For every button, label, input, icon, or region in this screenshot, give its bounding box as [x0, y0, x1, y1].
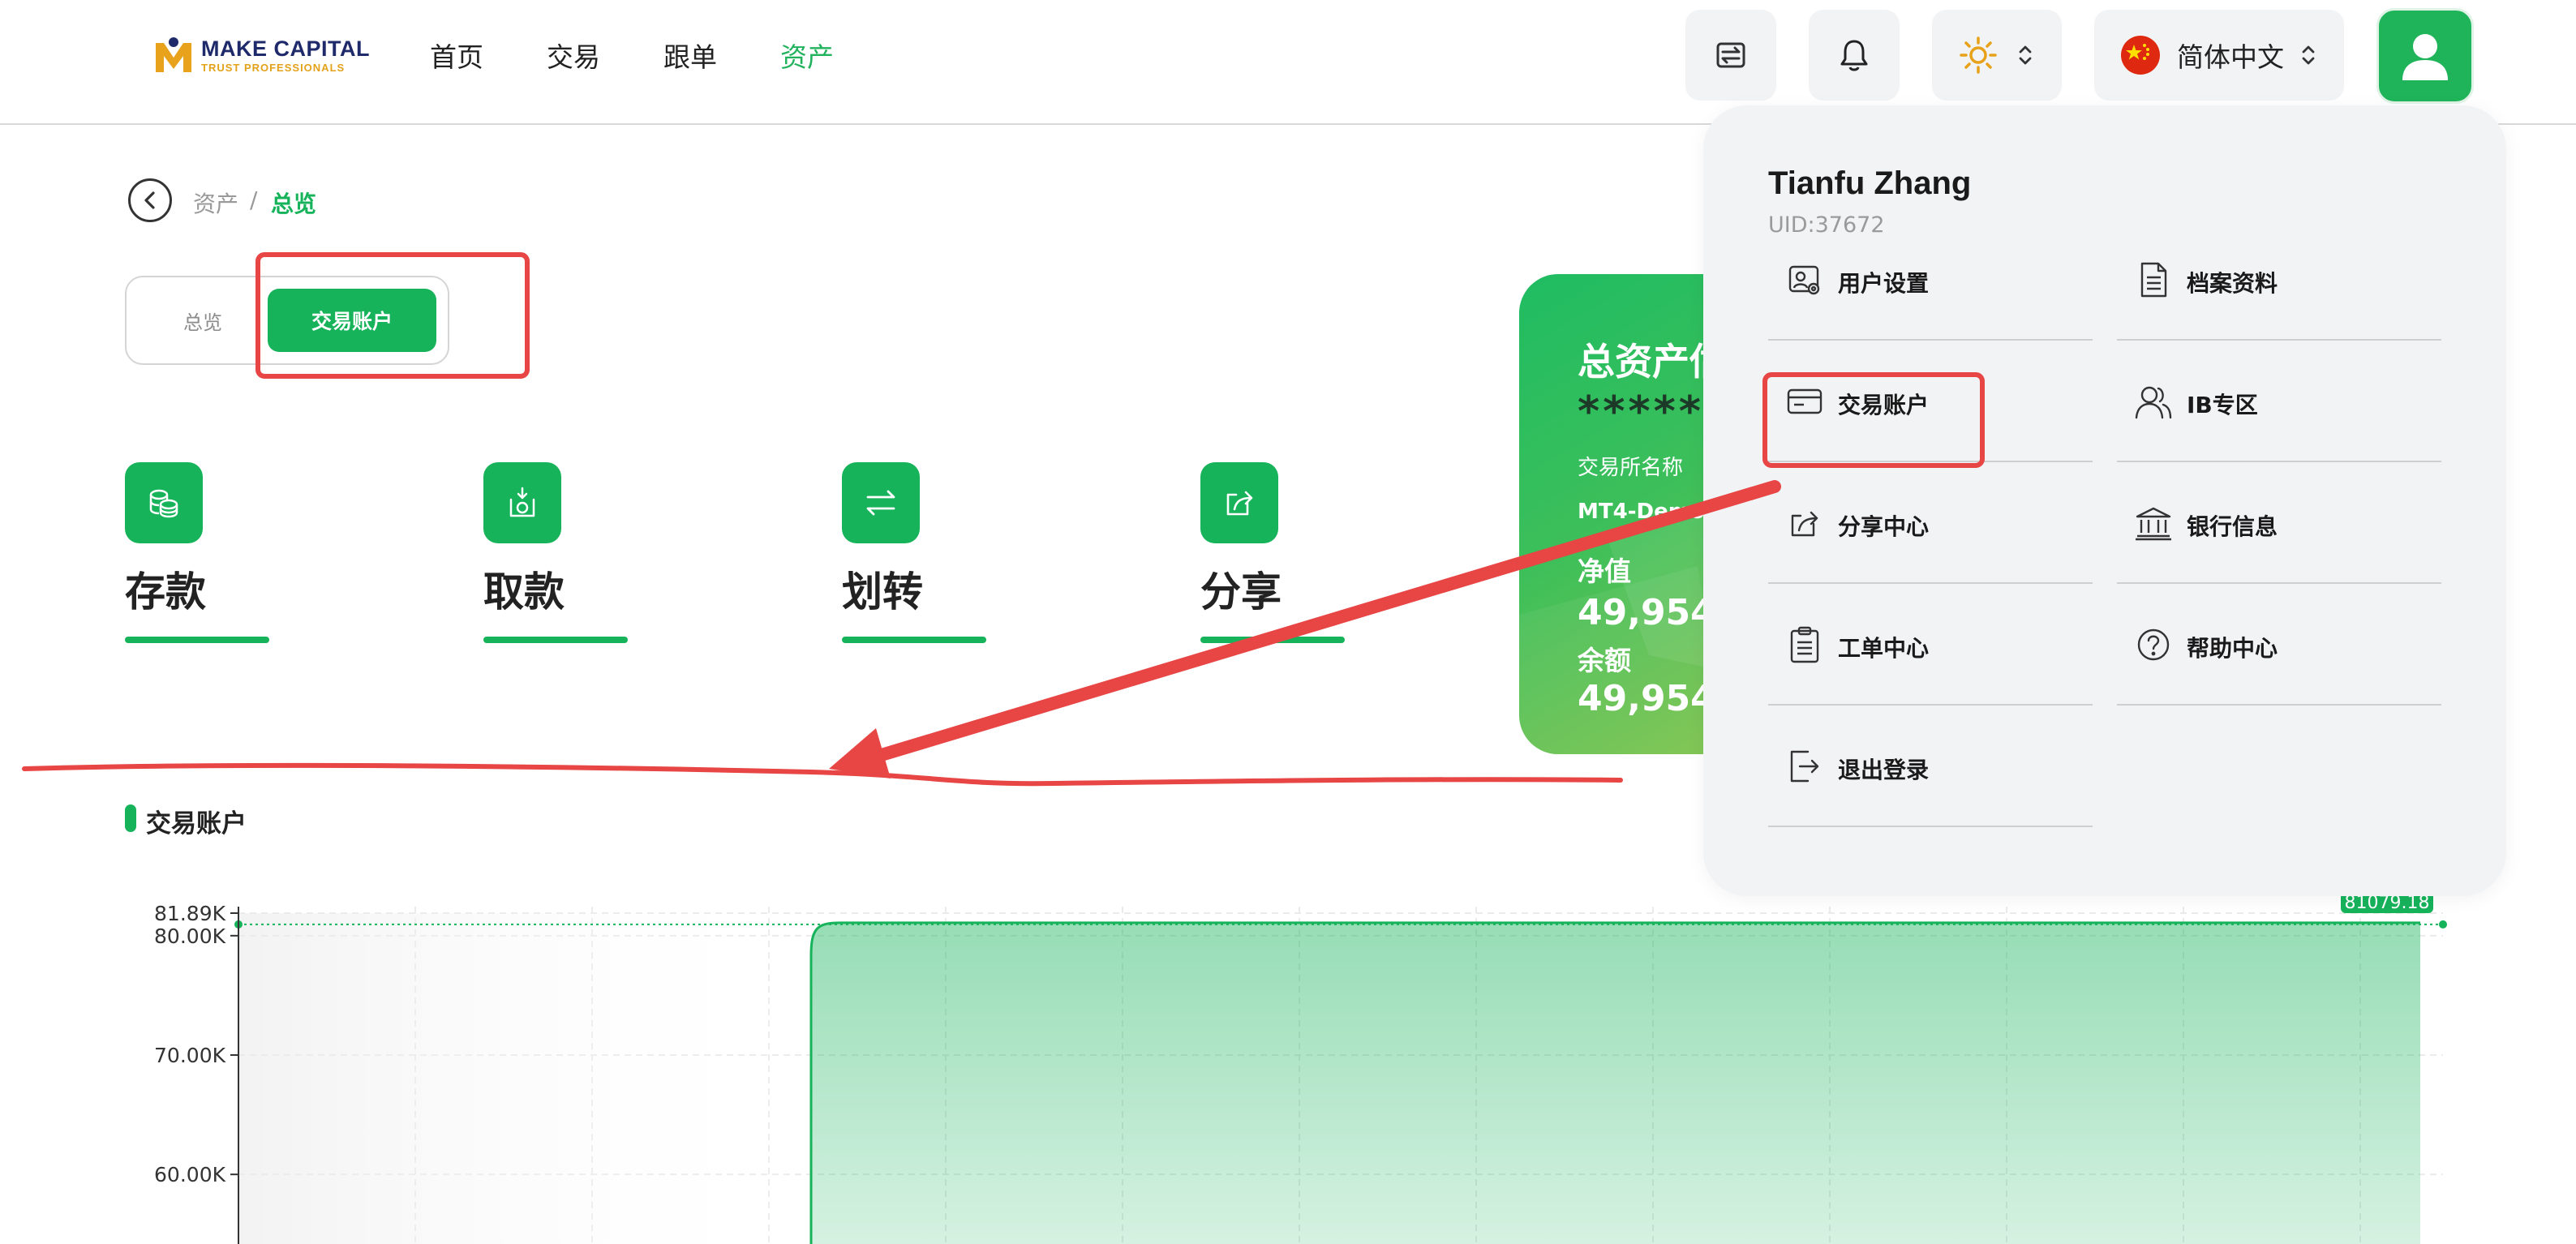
- share-icon: [1784, 503, 1825, 543]
- logo-mark-icon: [156, 37, 191, 72]
- account-equity-chart: 81.89K80.00K70.00K60.00K 81079.18: [154, 889, 2447, 1244]
- menu-label-share-center: 分享中心: [1838, 513, 1930, 540]
- deposit-button[interactable]: [125, 462, 203, 543]
- menu-item-ib-zone[interactable]: IB专区: [2117, 341, 2441, 462]
- chevron-updown-icon: [2019, 45, 2032, 65]
- share-label[interactable]: 分享: [1200, 560, 1282, 618]
- document-icon: [2133, 260, 2174, 300]
- share-icon: [1226, 491, 1253, 516]
- user-settings-icon: [1784, 260, 1825, 300]
- bank-icon: [2133, 503, 2174, 543]
- user-avatar-button[interactable]: [2376, 8, 2474, 104]
- help-icon: [2133, 624, 2174, 665]
- brand-tagline: TRUST PROFESSIONALS: [201, 61, 346, 74]
- theme-select[interactable]: [1932, 10, 2062, 101]
- breadcrumb-separator: /: [250, 187, 258, 213]
- share-button[interactable]: [1200, 462, 1278, 543]
- menu-label-bank-info: 银行信息: [2187, 513, 2278, 540]
- chart-empty-region: [238, 913, 811, 1244]
- server-name: MT4-Demo: [1578, 500, 1705, 524]
- balance-label: 余额: [1578, 645, 1631, 676]
- share-underline: [1200, 637, 1345, 643]
- menu-item-trading-account[interactable]: 交易账户: [1768, 341, 2093, 462]
- menu-label-user-settings: 用户设置: [1838, 270, 1930, 297]
- y-tick-label: 60.00K: [154, 1163, 226, 1186]
- menu-label-ticket-center: 工单中心: [1838, 635, 1930, 662]
- annotation-underline: [22, 762, 1623, 787]
- masked-asset-value: *****: [1578, 388, 1704, 436]
- chevron-updown-icon: [2302, 45, 2315, 65]
- tab-trading-account[interactable]: 交易账户: [268, 289, 436, 352]
- menu-item-ticket-center[interactable]: 工单中心: [1768, 584, 2093, 706]
- equity-label: 净值: [1578, 556, 1631, 587]
- menu-label-trading-account: 交易账户: [1838, 392, 1930, 418]
- logout-icon: [1784, 746, 1825, 787]
- section-title: 交易账户: [146, 809, 247, 839]
- notification-button[interactable]: [1809, 10, 1900, 101]
- tab-overview[interactable]: 总览: [183, 307, 222, 335]
- deposit-label[interactable]: 存款: [125, 560, 206, 618]
- deposit-underline: [125, 637, 269, 643]
- chevron-left-icon: [144, 191, 155, 209]
- swap-icon: [1716, 42, 1745, 68]
- user-icon: [2402, 34, 2448, 80]
- withdraw-button[interactable]: [483, 462, 561, 543]
- card-icon: [1784, 381, 1825, 422]
- user-menu-dropdown: Tianfu Zhang UID:37672 用户设置 档案资料 交易账户 IB…: [1703, 105, 2506, 896]
- breadcrumb-current: 总览: [271, 191, 317, 217]
- menu-item-logout[interactable]: 退出登录: [1768, 706, 2093, 827]
- menu-label-ib-zone: IB专区: [2187, 392, 2258, 418]
- bell-icon: [1840, 40, 1868, 71]
- clipboard-icon: [1784, 624, 1825, 665]
- nav-copy-trading[interactable]: 跟单: [663, 36, 717, 75]
- withdraw-underline: [483, 637, 628, 643]
- y-tick-label: 80.00K: [154, 924, 226, 948]
- sun-icon: [1960, 36, 1997, 74]
- y-tick-label: 70.00K: [154, 1044, 226, 1067]
- menu-item-bank-info[interactable]: 银行信息: [2117, 462, 2441, 584]
- withdraw-icon: [509, 487, 535, 517]
- menu-item-help-center[interactable]: 帮助中心: [2117, 584, 2441, 706]
- nav-trade[interactable]: 交易: [547, 36, 600, 75]
- transfer-icon: [866, 490, 895, 516]
- menu-item-profile[interactable]: 档案资料: [2117, 219, 2441, 341]
- brand-name: MAKE CAPITAL: [201, 36, 370, 61]
- transfer-button[interactable]: [842, 462, 920, 543]
- menu-label-help-center: 帮助中心: [2187, 635, 2278, 662]
- language-label: 简体中文: [2177, 41, 2284, 73]
- breadcrumb-parent[interactable]: 资产: [193, 187, 238, 219]
- annotation-arrow-head: [829, 728, 891, 779]
- menu-label-profile: 档案资料: [2187, 270, 2278, 297]
- withdraw-label[interactable]: 取款: [483, 560, 565, 618]
- transfer-underline: [842, 637, 986, 643]
- section-title-marker: [125, 804, 136, 832]
- max-marker-right: [2439, 920, 2447, 929]
- transfer-toggle-button[interactable]: [1685, 10, 1776, 101]
- nav-assets[interactable]: 资产: [780, 36, 834, 75]
- menu-item-share-center[interactable]: 分享中心: [1768, 462, 2093, 584]
- exchange-name-label: 交易所名称: [1578, 456, 1684, 480]
- nav-home[interactable]: 首页: [430, 36, 483, 75]
- users-icon: [2133, 381, 2174, 422]
- user-name: Tianfu Zhang: [1768, 165, 1972, 201]
- language-select[interactable]: 简体中文: [2094, 10, 2344, 101]
- back-button[interactable]: [128, 178, 172, 222]
- menu-item-user-settings[interactable]: 用户设置: [1768, 219, 2093, 341]
- equity-area: [811, 922, 2420, 1244]
- china-flag-icon: [2121, 36, 2160, 75]
- y-tick-label: 81.89K: [154, 902, 226, 925]
- brand-logo[interactable]: MAKE CAPITAL TRUST PROFESSIONALS: [154, 34, 370, 76]
- transfer-label[interactable]: 划转: [842, 560, 923, 618]
- coins-icon: [149, 489, 178, 518]
- menu-label-logout: 退出登录: [1838, 757, 1930, 783]
